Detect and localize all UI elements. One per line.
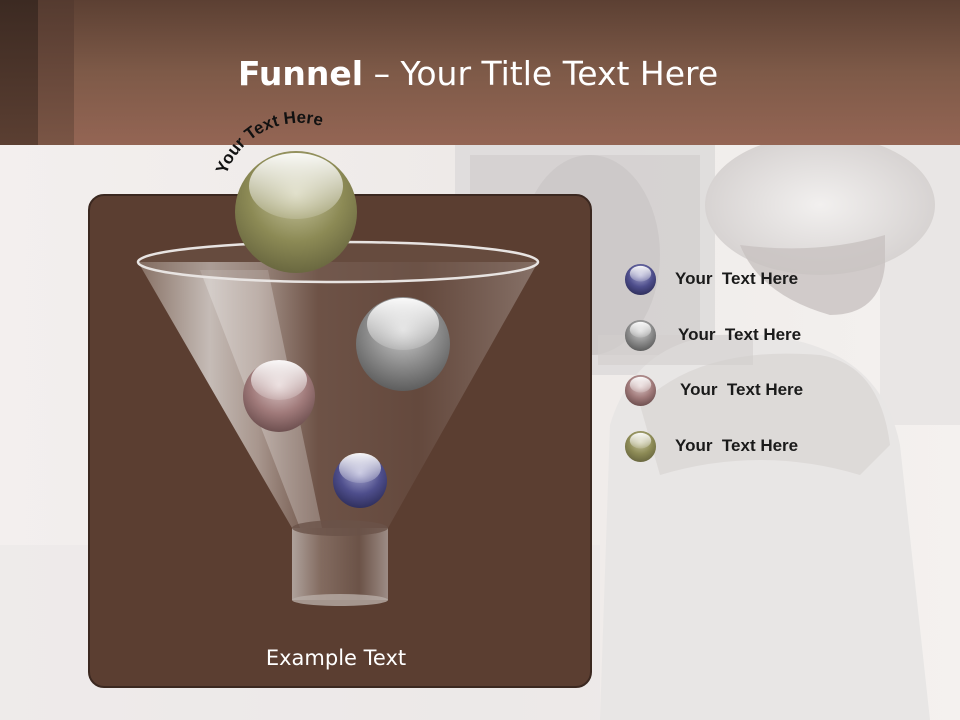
slide-title[interactable]: Funnel – Your Title Text Here	[238, 54, 718, 93]
legend-label-1: Your Text Here	[675, 269, 799, 288]
legend-ball-blue-icon	[624, 263, 657, 295]
legend-item-4[interactable]: Your Text Here	[624, 429, 798, 463]
legend-item-3[interactable]: Your Text Here	[624, 373, 803, 407]
example-text[interactable]: Example Text	[88, 646, 584, 670]
funnel-panel	[88, 194, 592, 688]
slide: Funnel – Your Title Text Here Your Text …	[0, 0, 960, 720]
legend-item-2[interactable]: Your Text Here	[624, 318, 801, 352]
header-accent-dark	[0, 0, 38, 145]
legend-item-1[interactable]: Your Text Here	[624, 262, 798, 296]
header-accent-mid	[38, 0, 74, 145]
legend-ball-gray-icon	[624, 319, 657, 351]
legend-ball-rose-icon	[624, 374, 657, 406]
title-rest: – Your Title Text Here	[363, 54, 719, 93]
legend-label-2: Your Text Here	[678, 325, 802, 344]
legend-label-3: Your Text Here	[680, 380, 804, 399]
legend-label-4: Your Text Here	[675, 436, 799, 455]
legend-ball-olive-icon	[624, 430, 657, 462]
title-bold: Funnel	[238, 54, 364, 93]
